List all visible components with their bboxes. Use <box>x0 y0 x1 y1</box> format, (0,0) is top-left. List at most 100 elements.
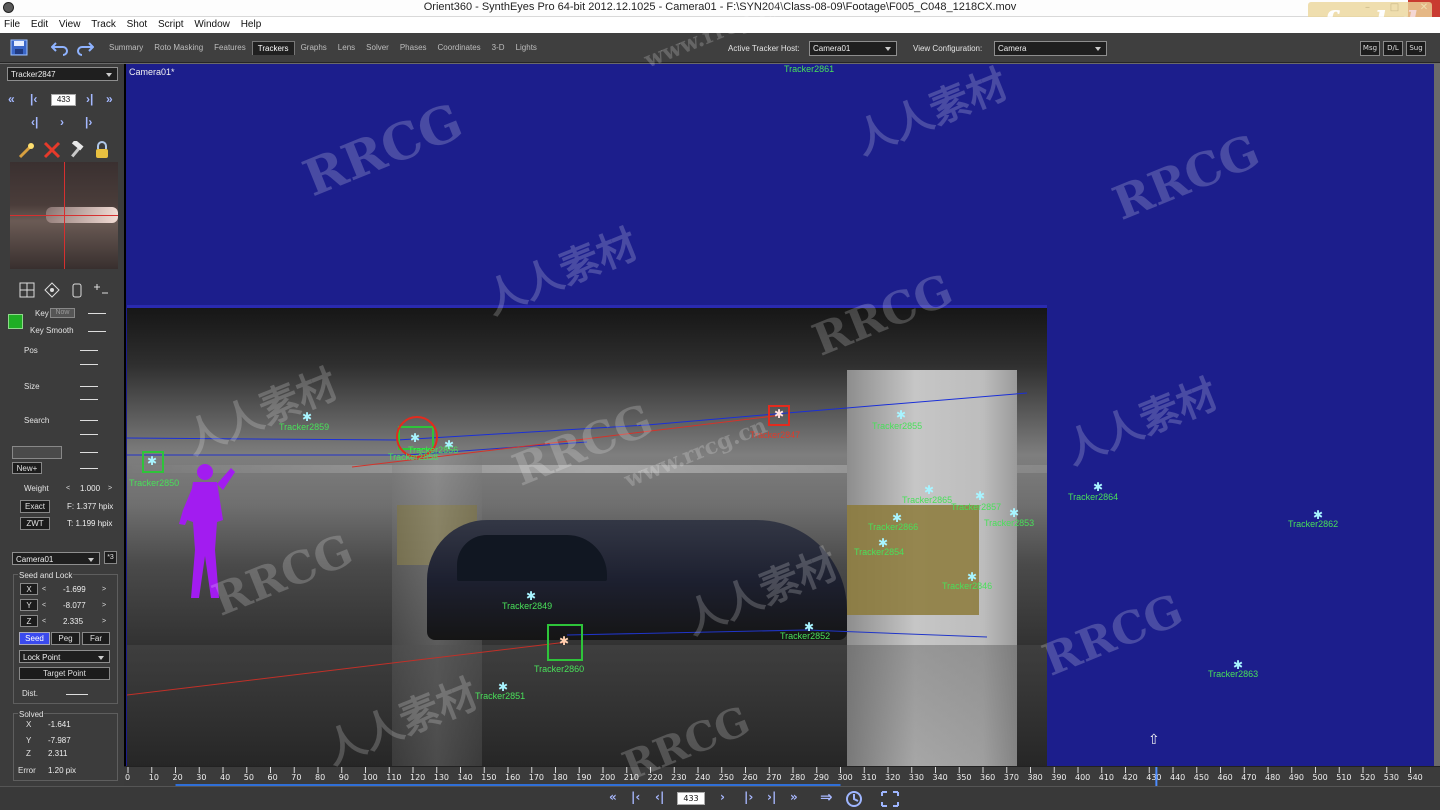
step-back-icon[interactable]: ‹| <box>655 790 664 804</box>
grid-icon[interactable] <box>19 282 35 298</box>
menu-view[interactable]: View <box>55 17 85 32</box>
rewind-start-icon[interactable]: « <box>8 92 15 106</box>
view-configuration-select[interactable]: Camera <box>994 41 1107 56</box>
tracker-label[interactable]: Tracker2861 <box>784 64 834 74</box>
step-back-icon[interactable]: ‹| <box>31 115 38 129</box>
transport-frame-input[interactable]: 433 <box>677 792 705 805</box>
tab-features[interactable]: Features <box>209 41 251 55</box>
exact-button[interactable]: Exact <box>20 500 50 513</box>
tracker-label-selected[interactable]: Tracker2847 <box>750 430 800 440</box>
tracker-label[interactable]: Tracker2854 <box>854 547 904 557</box>
tracker-label[interactable]: Tracker2853 <box>984 518 1034 528</box>
z-decrease-icon[interactable]: < <box>42 618 46 625</box>
camera-viewport[interactable]: Camera01* Tracker2861 ✱ Tracker2859 ✱ ✱ … <box>124 64 1434 766</box>
tracker-label[interactable]: Tracker2859 <box>279 422 329 432</box>
tracker-marker[interactable]: ✱ <box>147 455 157 467</box>
forward-end-icon[interactable]: » <box>106 92 113 106</box>
tracker-marker[interactable]: ✱ <box>975 490 985 502</box>
tracker-marker[interactable]: ✱ <box>526 590 536 602</box>
next-key-icon[interactable]: ›| <box>767 790 776 804</box>
dl-button[interactable]: D/L <box>1383 41 1403 56</box>
tracker-label[interactable]: Tracker2851 <box>475 691 525 701</box>
frame-number-input[interactable]: 433 <box>51 94 76 106</box>
camera-options-button[interactable]: *3 <box>104 551 117 564</box>
y-seed-value[interactable]: -8.077 <box>63 601 86 610</box>
step-forward-icon[interactable]: |› <box>744 790 753 804</box>
hammer-icon[interactable] <box>68 141 86 159</box>
previous-key-icon[interactable]: |‹ <box>631 790 640 804</box>
y-increase-icon[interactable]: > <box>102 602 106 609</box>
tab-roto-masking[interactable]: Roto Masking <box>149 41 208 55</box>
menu-file[interactable]: File <box>0 17 24 32</box>
msg-button[interactable]: Msg <box>1360 41 1380 56</box>
x-increase-icon[interactable]: > <box>102 586 106 593</box>
blank-button[interactable] <box>12 446 62 459</box>
key-now-button[interactable]: Now <box>50 308 75 318</box>
timeline-bar[interactable]: 0 10 20 30 40 50 60 70 80 90 100 110 120 130 140 150 160… <box>124 766 1440 786</box>
tab-graphs[interactable]: Graphs <box>296 41 332 55</box>
play-icon[interactable]: › <box>720 790 725 804</box>
save-icon[interactable] <box>10 39 28 56</box>
tracker-marker[interactable]: ✱ <box>559 635 569 647</box>
camera-select[interactable]: Camera01 <box>12 552 100 565</box>
new-plus-button[interactable]: New+ <box>12 462 42 474</box>
redo-icon[interactable] <box>76 39 94 56</box>
plus-minus-icon[interactable] <box>93 282 109 298</box>
tracker-label[interactable]: Tracker2846 <box>942 581 992 591</box>
tracker-label[interactable]: Tracker2852 <box>780 631 830 641</box>
z-seed-value[interactable]: 2.335 <box>63 617 83 626</box>
x-axis-button[interactable]: X <box>20 583 38 595</box>
tab-lights[interactable]: Lights <box>511 41 542 55</box>
active-tracker-host-select[interactable]: Camera01 <box>809 41 897 56</box>
tracker-label[interactable]: Tracker2863 <box>1208 669 1258 679</box>
weight-decrease-icon[interactable]: < <box>66 485 70 492</box>
z-increase-icon[interactable]: > <box>102 618 106 625</box>
rewind-start-icon[interactable]: « <box>609 790 617 804</box>
y-decrease-icon[interactable]: < <box>42 602 46 609</box>
weight-increase-icon[interactable]: > <box>108 485 112 492</box>
play-icon[interactable]: › <box>60 115 64 129</box>
undo-icon[interactable] <box>51 39 69 56</box>
tracker-marker[interactable]: ✱ <box>1009 507 1019 519</box>
target-point-button[interactable]: Target Point <box>19 667 110 680</box>
play-direction-icon[interactable]: ⇒ <box>820 788 833 806</box>
tab-lens[interactable]: Lens <box>333 41 360 55</box>
tab-coordinates[interactable]: Coordinates <box>433 41 486 55</box>
step-forward-icon[interactable]: |› <box>85 115 92 129</box>
tab-3d[interactable]: 3-D <box>487 41 510 55</box>
menu-edit[interactable]: Edit <box>27 17 52 32</box>
playback-speed-icon[interactable] <box>845 790 863 808</box>
tab-phases[interactable]: Phases <box>395 41 432 55</box>
footage-frame[interactable] <box>127 305 1047 766</box>
tracker-label[interactable]: Tracker2855 <box>872 421 922 431</box>
tracker-mini-view[interactable] <box>10 162 118 269</box>
lock-icon[interactable] <box>93 141 111 159</box>
tracker-select[interactable]: Tracker2847 <box>7 67 118 81</box>
tracker-label[interactable]: Tracker2849 <box>502 601 552 611</box>
weight-value[interactable]: 1.000 <box>80 484 100 493</box>
zwt-button[interactable]: ZWT <box>20 517 50 530</box>
menu-script[interactable]: Script <box>154 17 188 32</box>
x-seed-value[interactable]: -1.699 <box>63 585 86 594</box>
tracker-label[interactable]: Tracker2857 <box>951 502 1001 512</box>
next-key-icon[interactable]: ›| <box>86 92 93 106</box>
forward-end-icon[interactable]: » <box>790 790 798 804</box>
tracker-label[interactable]: Tracker2856 <box>408 445 458 455</box>
sug-button[interactable]: Sug <box>1406 41 1426 56</box>
tab-solver[interactable]: Solver <box>361 41 394 55</box>
menu-help[interactable]: Help <box>237 17 266 32</box>
tracker-wand-icon[interactable] <box>18 141 36 159</box>
fit-view-icon[interactable] <box>880 790 900 808</box>
tracker-marker[interactable]: ✱ <box>896 409 906 421</box>
tracker-label[interactable]: Tracker2864 <box>1068 492 1118 502</box>
tracker-color-swatch[interactable] <box>8 314 23 329</box>
tracker-label[interactable]: Tracker2862 <box>1288 519 1338 529</box>
tracker-label[interactable]: Tracker2860 <box>534 664 584 674</box>
delete-tracker-icon[interactable] <box>43 141 61 159</box>
tracker-label[interactable]: Tracker2850 <box>129 478 179 488</box>
far-button[interactable]: Far <box>82 632 110 645</box>
z-axis-button[interactable]: Z <box>20 615 38 627</box>
x-decrease-icon[interactable]: < <box>42 586 46 593</box>
tracker-marker-selected[interactable]: ✱ <box>774 408 784 420</box>
menu-track[interactable]: Track <box>87 17 120 32</box>
